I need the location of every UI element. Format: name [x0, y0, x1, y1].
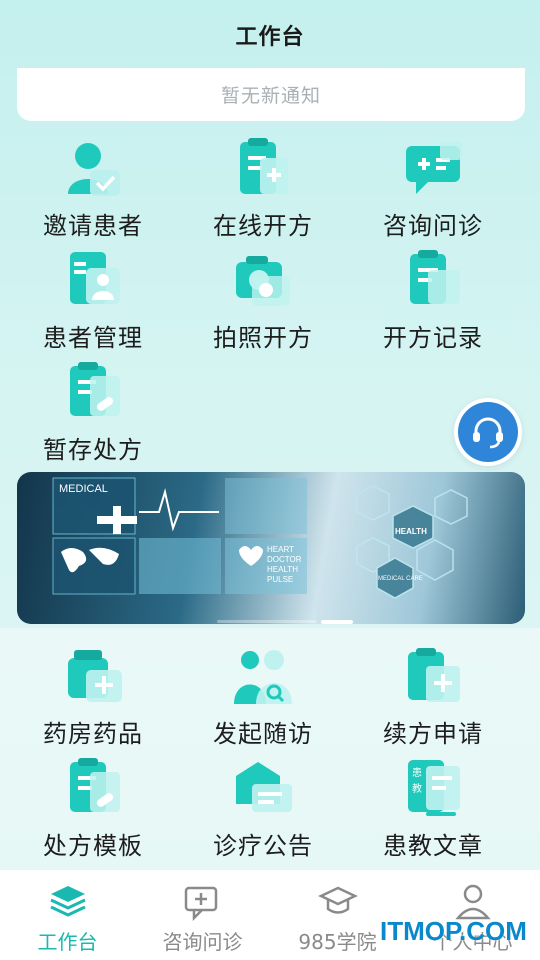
- prescription-record-button[interactable]: 开方记录: [348, 248, 518, 358]
- patient-management-button[interactable]: 患者管理: [8, 248, 178, 358]
- watermark-text: ITMOP.COM: [380, 916, 527, 946]
- item-label: 续方申请: [383, 720, 483, 748]
- banner-indicator: [17, 610, 525, 624]
- svg-text:HEALTH: HEALTH: [395, 527, 427, 536]
- svg-text:PULSE: PULSE: [267, 575, 293, 584]
- tab-consultation[interactable]: 咨询问诊: [135, 870, 270, 960]
- page-title: 工作台: [235, 25, 305, 50]
- draft-prescription-button[interactable]: 暂存处方: [8, 360, 178, 470]
- item-label: 咨询问诊: [383, 212, 483, 240]
- item-label: 发起随访: [213, 720, 313, 748]
- graduation-cap-icon: [317, 886, 358, 914]
- article-button[interactable]: 患 教 患教文章: [348, 756, 518, 866]
- renewal-button[interactable]: 续方申请: [348, 644, 518, 754]
- item-label: 邀请患者: [43, 212, 143, 240]
- svg-text:教: 教: [412, 782, 422, 795]
- customer-service-button[interactable]: [454, 398, 522, 466]
- announcement-button[interactable]: 诊疗公告: [178, 756, 348, 866]
- item-label: 暂存处方: [43, 436, 143, 464]
- notification-bar[interactable]: 暂无新通知: [17, 68, 525, 121]
- tab-label: 咨询问诊: [162, 930, 243, 954]
- app-header: 工作台: [0, 0, 540, 70]
- patient-management-icon: [70, 252, 120, 304]
- prescription-record-icon: [410, 250, 460, 304]
- item-label: 在线开方: [213, 212, 313, 240]
- pharmacy-icon: [68, 650, 122, 702]
- banner-dot: [217, 620, 317, 623]
- tab-workbench[interactable]: 工作台: [0, 870, 135, 960]
- online-prescription-button[interactable]: 在线开方: [178, 136, 348, 246]
- photo-prescription-icon: [236, 256, 290, 306]
- item-label: 药房药品: [43, 720, 143, 748]
- photo-prescription-button[interactable]: 拍照开方: [178, 248, 348, 358]
- pharmacy-button[interactable]: 药房药品: [8, 644, 178, 754]
- template-button[interactable]: 处方模板: [8, 756, 178, 866]
- announcement-icon: [236, 762, 292, 812]
- svg-text:MEDICAL: MEDICAL: [59, 483, 108, 495]
- follow-up-button[interactable]: 发起随访: [178, 644, 348, 754]
- banner-image: MEDICAL HEART DOCTOR HEALTH PULSE HEALTH…: [52, 477, 468, 599]
- banner-dot-active: [321, 620, 353, 624]
- draft-prescription-icon: [70, 362, 120, 416]
- tab-label: 工作台: [37, 930, 98, 954]
- renewal-icon: [408, 648, 460, 702]
- tab-label: 985学院: [298, 930, 377, 954]
- consultation-icon: [406, 142, 462, 194]
- item-label: 患者管理: [43, 324, 143, 352]
- template-icon: [70, 758, 120, 812]
- online-prescription-icon: [240, 138, 288, 194]
- svg-text:HEART: HEART: [267, 545, 294, 554]
- invite-patient-button[interactable]: 邀请患者: [8, 136, 178, 246]
- invite-patient-icon: [68, 143, 120, 196]
- article-icon: 患 教: [408, 760, 460, 816]
- svg-text:MEDICAL CARE: MEDICAL CARE: [378, 576, 423, 582]
- follow-up-icon: [234, 650, 292, 704]
- item-label: 患教文章: [383, 832, 483, 860]
- item-label: 处方模板: [43, 832, 143, 860]
- consultation-button[interactable]: 咨询问诊: [348, 136, 518, 246]
- svg-text:DOCTOR: DOCTOR: [267, 555, 302, 564]
- item-label: 开方记录: [383, 324, 483, 352]
- notification-text: 暂无新通知: [220, 85, 321, 107]
- headset-icon: [458, 402, 518, 462]
- promo-banner[interactable]: MEDICAL HEART DOCTOR HEALTH PULSE HEALTH…: [17, 472, 525, 624]
- chat-plus-icon: [184, 886, 217, 922]
- item-label: 拍照开方: [213, 324, 313, 352]
- svg-text:HEALTH: HEALTH: [267, 565, 298, 574]
- item-label: 诊疗公告: [213, 832, 313, 860]
- layers-icon: [49, 886, 86, 917]
- svg-text:患: 患: [412, 767, 422, 779]
